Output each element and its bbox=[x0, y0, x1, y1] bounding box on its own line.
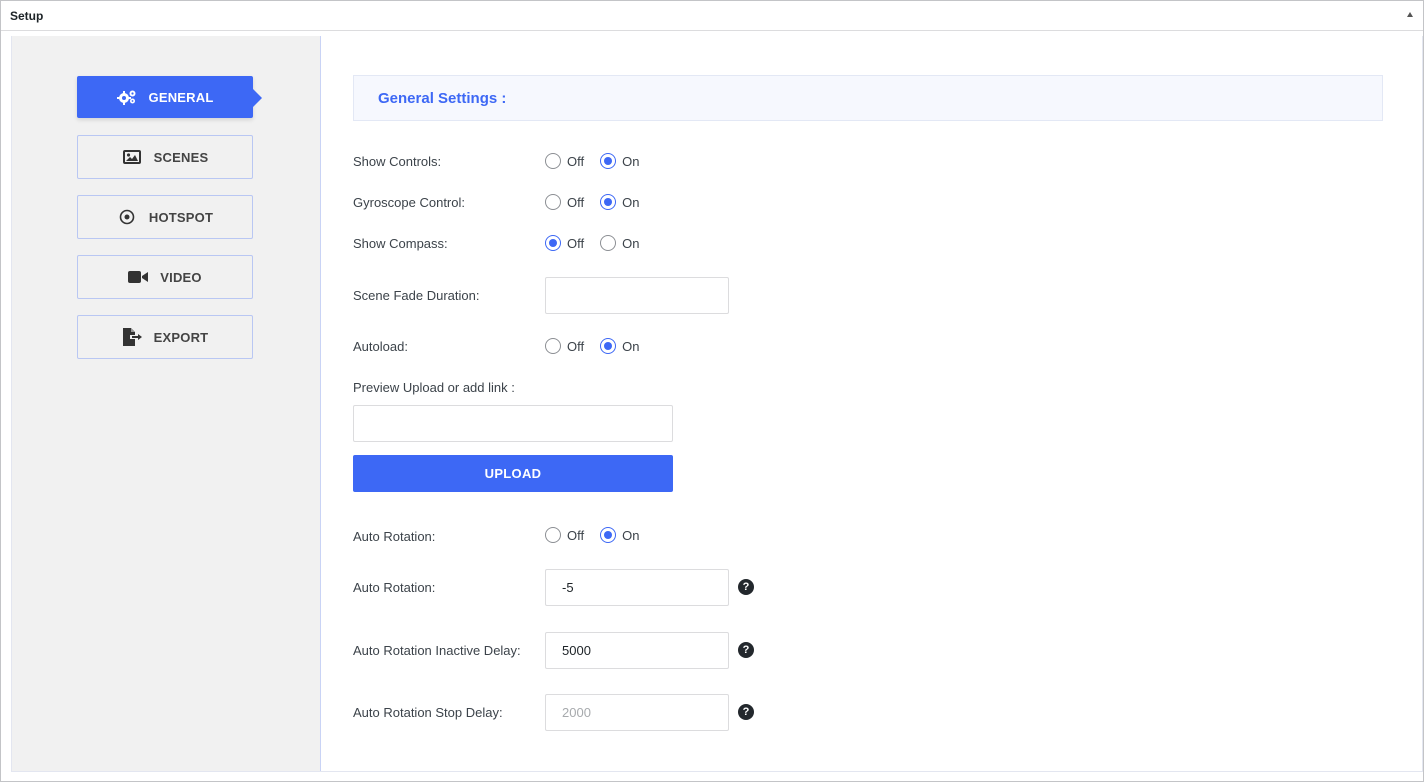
gyroscope-control-label: Gyroscope Control: bbox=[353, 195, 465, 210]
collapse-toggle-icon[interactable] bbox=[1407, 12, 1413, 17]
gyroscope-control-off-radio[interactable]: Off bbox=[545, 194, 584, 210]
sidebar-item-label: HOTSPOT bbox=[148, 209, 214, 225]
show-compass-label: Show Compass: bbox=[353, 236, 448, 251]
preview-link-input[interactable] bbox=[353, 405, 673, 442]
dot-circle-icon bbox=[117, 208, 137, 226]
help-icon[interactable]: ? bbox=[738, 642, 754, 658]
scene-fade-duration-label: Scene Fade Duration: bbox=[353, 288, 480, 303]
file-export-icon bbox=[122, 328, 142, 346]
show-controls-off-radio[interactable]: Off bbox=[545, 153, 584, 169]
show-controls-radio-group: Off On bbox=[545, 153, 655, 169]
scene-fade-duration-input[interactable] bbox=[545, 277, 729, 314]
image-icon bbox=[122, 148, 142, 166]
gyroscope-control-radio-group: Off On bbox=[545, 194, 655, 210]
sidebar-item-video[interactable]: VIDEO bbox=[77, 255, 253, 299]
auto-rotation-inactive-delay-input[interactable] bbox=[545, 632, 729, 669]
sidebar: GENERAL SCENES HOTSPOT VIDEO EXPORT bbox=[12, 36, 321, 771]
setup-panel: Setup GENERAL SCENES HOTSPOT VIDEO EXPOR… bbox=[0, 0, 1424, 782]
autoload-radio-group: Off On bbox=[545, 338, 655, 354]
sidebar-item-label: EXPORT bbox=[153, 329, 209, 345]
sidebar-item-export[interactable]: EXPORT bbox=[77, 315, 253, 359]
auto-rotation-off-radio[interactable]: Off bbox=[545, 527, 584, 543]
radio-button-selected[interactable] bbox=[600, 338, 617, 354]
video-camera-icon bbox=[128, 268, 149, 286]
auto-rotation-stop-delay-input[interactable] bbox=[545, 694, 729, 731]
radio-button-selected[interactable] bbox=[600, 194, 617, 210]
section-header: General Settings : bbox=[353, 75, 1383, 121]
auto-rotation-speed-input[interactable] bbox=[545, 569, 729, 606]
show-compass-off-radio[interactable]: Off bbox=[545, 235, 584, 251]
auto-rotation-on-radio[interactable]: On bbox=[600, 527, 639, 543]
show-controls-label: Show Controls: bbox=[353, 154, 442, 169]
sidebar-item-general[interactable]: GENERAL bbox=[77, 76, 262, 118]
sidebar-item-label: GENERAL bbox=[148, 89, 214, 105]
radio-button[interactable] bbox=[545, 338, 561, 354]
autoload-off-radio[interactable]: Off bbox=[545, 338, 584, 354]
panel-header: Setup bbox=[1, 1, 1423, 31]
auto-rotation-stop-delay-label: Auto Rotation Stop Delay: bbox=[353, 705, 503, 720]
section-title: General Settings : bbox=[378, 90, 507, 107]
gyroscope-control-on-radio[interactable]: On bbox=[600, 194, 639, 210]
panel-title: Setup bbox=[10, 9, 44, 23]
sidebar-item-scenes[interactable]: SCENES bbox=[77, 135, 253, 179]
show-controls-on-radio[interactable]: On bbox=[600, 153, 639, 169]
radio-button[interactable] bbox=[545, 527, 561, 543]
auto-rotation-radio-group: Off On bbox=[545, 527, 655, 543]
help-icon[interactable]: ? bbox=[738, 704, 754, 720]
setup-body: GENERAL SCENES HOTSPOT VIDEO EXPORT Gene… bbox=[11, 36, 1423, 772]
radio-button-selected[interactable] bbox=[600, 153, 617, 169]
show-compass-on-radio[interactable]: On bbox=[600, 235, 639, 251]
general-settings-panel: General Settings : Show Controls: Off On… bbox=[322, 36, 1422, 771]
radio-button[interactable] bbox=[600, 235, 617, 251]
radio-button[interactable] bbox=[545, 153, 561, 169]
help-icon[interactable]: ? bbox=[738, 579, 754, 595]
gears-icon bbox=[116, 88, 137, 106]
upload-button[interactable]: UPLOAD bbox=[353, 455, 673, 492]
auto-rotation-speed-label: Auto Rotation: bbox=[353, 580, 436, 595]
show-compass-radio-group: Off On bbox=[545, 235, 655, 251]
sidebar-item-hotspot[interactable]: HOTSPOT bbox=[77, 195, 253, 239]
auto-rotation-inactive-delay-label: Auto Rotation Inactive Delay: bbox=[353, 643, 521, 658]
sidebar-item-label: SCENES bbox=[153, 149, 209, 165]
preview-upload-label: Preview Upload or add link : bbox=[353, 380, 515, 395]
autoload-label: Autoload: bbox=[353, 339, 408, 354]
sidebar-item-label: VIDEO bbox=[160, 269, 202, 285]
auto-rotation-toggle-label: Auto Rotation: bbox=[353, 529, 436, 544]
autoload-on-radio[interactable]: On bbox=[600, 338, 639, 354]
radio-button-selected[interactable] bbox=[600, 527, 617, 543]
radio-button[interactable] bbox=[545, 194, 561, 210]
radio-button-selected[interactable] bbox=[545, 235, 561, 251]
